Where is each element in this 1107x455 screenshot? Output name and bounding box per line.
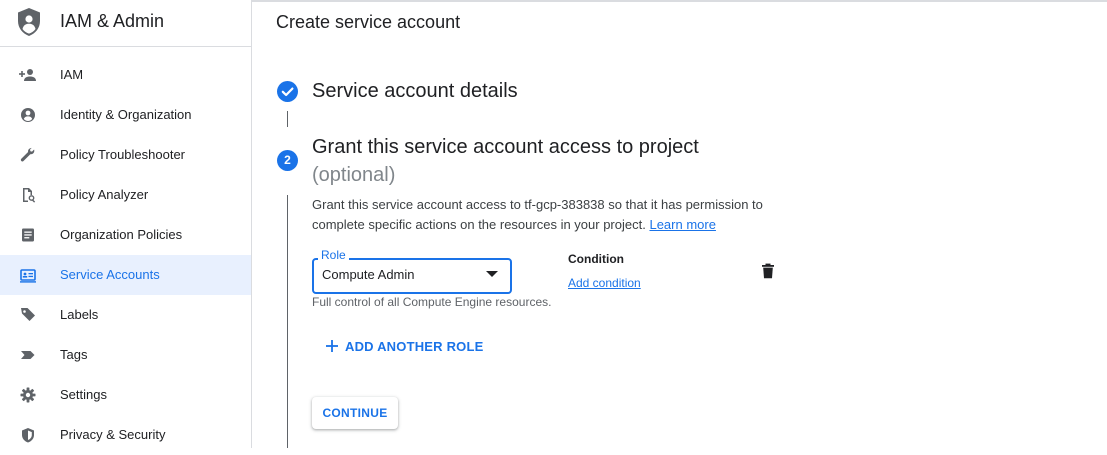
- document-search-icon: [23, 188, 36, 203]
- sidebar-item-policy-troubleshooter[interactable]: Policy Troubleshooter: [0, 135, 251, 175]
- sidebar-item-label: Labels: [60, 307, 99, 322]
- step-connector: [287, 195, 288, 448]
- sidebar-item-tags[interactable]: Tags: [0, 335, 251, 375]
- sidebar-item-policy-analyzer[interactable]: Policy Analyzer: [0, 175, 251, 215]
- sidebar-item-label: Organization Policies: [60, 227, 183, 242]
- sidebar-item-label: Service Accounts: [60, 267, 160, 282]
- sidebar-item-settings[interactable]: Settings: [0, 375, 251, 415]
- role-select-value[interactable]: Compute Admin: [322, 267, 415, 282]
- step2-description: Grant this service account access to tf-…: [312, 195, 782, 235]
- step-connector: [287, 111, 288, 127]
- account-circle-icon: [21, 108, 35, 122]
- page-title: Create service account: [276, 12, 461, 32]
- sidebar-item-organization-policies[interactable]: Organization Policies: [0, 215, 251, 255]
- continue-button[interactable]: CONTINUE: [312, 397, 398, 429]
- sidebar-item-labels[interactable]: Labels: [0, 295, 251, 335]
- sidebar-item-label: IAM: [60, 67, 84, 82]
- label-icon: [21, 308, 35, 321]
- person-add-icon: [19, 69, 36, 81]
- gear-icon: [20, 387, 36, 403]
- step2-number-badge: 2: [277, 150, 298, 171]
- sidebar-item-label: Settings: [60, 387, 107, 402]
- step1-title[interactable]: Service account details: [312, 80, 518, 103]
- app-title: IAM & Admin: [60, 11, 165, 31]
- add-another-role-label: ADD ANOTHER ROLE: [345, 339, 484, 354]
- dropdown-arrow-icon[interactable]: [486, 271, 498, 277]
- step-complete-check-icon: [277, 81, 298, 102]
- role-select-label: Role: [318, 248, 349, 262]
- wrench-icon: [20, 147, 35, 162]
- sidebar-header: IAM & Admin: [0, 0, 251, 47]
- sidebar-item-label: Tags: [60, 347, 88, 362]
- sidebar-item-label: Identity & Organization: [60, 107, 192, 122]
- step2-optional-label: (optional): [312, 164, 396, 186]
- learn-more-link[interactable]: Learn more: [649, 217, 715, 232]
- shield-icon: [22, 428, 34, 443]
- tag-icon: [21, 351, 35, 359]
- add-condition-link[interactable]: Add condition: [568, 276, 641, 290]
- iam-shield-logo-icon: [18, 8, 40, 36]
- list-document-icon: [22, 228, 34, 242]
- sidebar-item-label: Policy Analyzer: [60, 187, 149, 202]
- plus-icon: [326, 340, 338, 352]
- sidebar-item-identity-organization[interactable]: Identity & Organization: [0, 95, 251, 135]
- step2-title: Grant this service account access to pro…: [312, 136, 699, 158]
- sidebar-item-iam[interactable]: IAM: [0, 55, 251, 95]
- sidebar-item-privacy-security[interactable]: Privacy & Security: [0, 415, 251, 455]
- sidebar-item-label: Policy Troubleshooter: [60, 147, 186, 162]
- sidebar-item-service-accounts[interactable]: Service Accounts: [0, 255, 251, 295]
- role-hint-text: Full control of all Compute Engine resou…: [312, 295, 552, 309]
- condition-label: Condition: [568, 252, 624, 266]
- delete-trash-icon[interactable]: [759, 262, 777, 280]
- sidebar: IAM & Admin IAM Identity & Organization …: [0, 0, 252, 448]
- sidebar-item-label: Privacy & Security: [60, 427, 166, 442]
- service-account-icon: [20, 269, 36, 283]
